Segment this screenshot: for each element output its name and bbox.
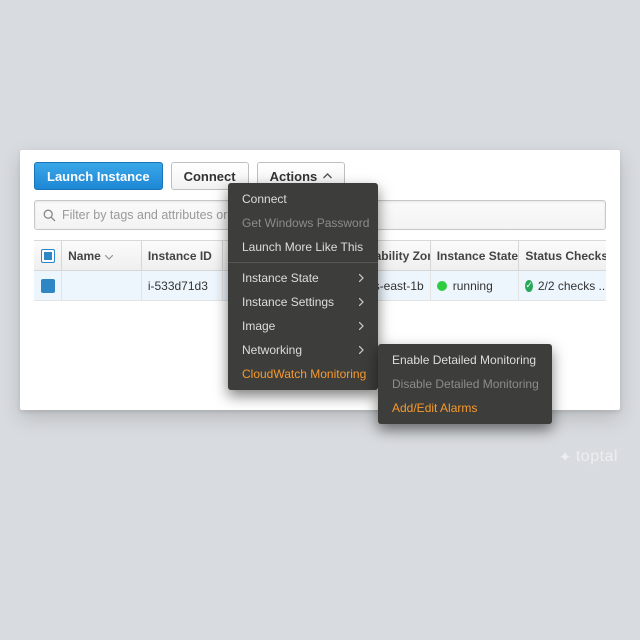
col-instance-state[interactable]: Instance State <box>431 241 520 270</box>
submenu-add-edit-alarms[interactable]: Add/Edit Alarms <box>378 396 552 420</box>
col-status-checks[interactable]: Status Checks <box>519 241 606 270</box>
sort-caret-icon <box>105 249 113 263</box>
toptal-logo-icon: ✦ <box>559 448 572 466</box>
submenu-enable-detailed[interactable]: Enable Detailed Monitoring <box>378 348 552 372</box>
menu-networking[interactable]: Networking <box>228 338 378 362</box>
menu-cloudwatch-monitoring[interactable]: CloudWatch Monitoring <box>228 362 378 386</box>
menu-image[interactable]: Image <box>228 314 378 338</box>
cell-instance-state: running <box>431 271 520 300</box>
state-dot-icon <box>437 281 447 291</box>
col-instance-id[interactable]: Instance ID <box>142 241 223 270</box>
check-circle-icon: ✓ <box>525 280 533 292</box>
search-icon <box>43 209 56 222</box>
menu-connect[interactable]: Connect <box>228 187 378 211</box>
actions-menu: Connect Get Windows Password Launch More… <box>228 183 378 390</box>
chevron-up-icon <box>323 173 332 179</box>
submenu-disable-detailed: Disable Detailed Monitoring <box>378 372 552 396</box>
select-all-checkbox[interactable] <box>34 241 62 270</box>
menu-instance-settings[interactable]: Instance Settings <box>228 290 378 314</box>
cloudwatch-submenu: Enable Detailed Monitoring Disable Detai… <box>378 344 552 424</box>
row-checkbox[interactable] <box>34 271 62 300</box>
actions-label: Actions <box>270 169 318 184</box>
col-name[interactable]: Name <box>62 241 142 270</box>
launch-instance-button[interactable]: Launch Instance <box>34 162 163 190</box>
chevron-right-icon <box>359 319 364 333</box>
menu-launch-more[interactable]: Launch More Like This <box>228 235 378 259</box>
chevron-right-icon <box>359 343 364 357</box>
chevron-right-icon <box>359 271 364 285</box>
menu-instance-state[interactable]: Instance State <box>228 266 378 290</box>
cell-name <box>62 271 142 300</box>
menu-get-windows-password: Get Windows Password <box>228 211 378 235</box>
toptal-watermark: ✦ toptal <box>559 448 618 466</box>
cell-instance-id: i-533d71d3 <box>142 271 223 300</box>
chevron-right-icon <box>359 295 364 309</box>
cell-status-checks: ✓ 2/2 checks ... <box>519 271 606 300</box>
